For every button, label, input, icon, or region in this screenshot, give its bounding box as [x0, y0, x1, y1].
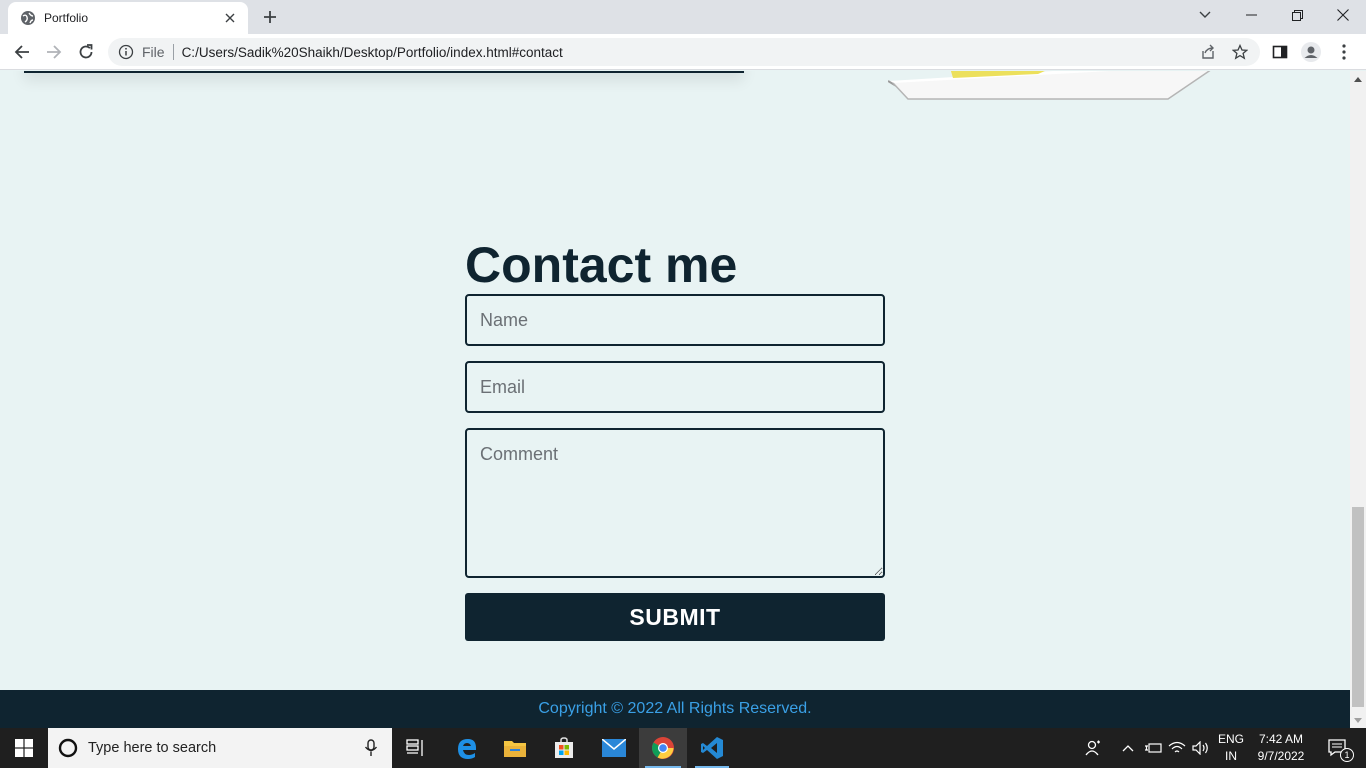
plus-icon	[264, 11, 276, 23]
close-window-button[interactable]	[1320, 0, 1366, 30]
browser-toolbar: File C:/Users/Sadik%20Shaikh/Desktop/Por…	[0, 34, 1366, 70]
info-icon[interactable]	[118, 44, 134, 60]
side-panel-icon	[1272, 45, 1288, 59]
search-placeholder: Type here to search	[88, 740, 217, 756]
mail-icon	[602, 739, 626, 757]
page-scrollbar[interactable]	[1350, 71, 1366, 728]
taskbar-store[interactable]	[541, 728, 587, 768]
task-view-icon	[406, 739, 423, 756]
copyright-text: Copyright © 2022 All Rights Reserved.	[538, 700, 812, 717]
scroll-down-button[interactable]	[1350, 712, 1366, 728]
star-icon	[1232, 44, 1248, 60]
task-view-button[interactable]	[394, 728, 438, 768]
restore-icon	[1291, 9, 1303, 21]
taskbar-vscode[interactable]	[689, 728, 735, 768]
scroll-thumb[interactable]	[1352, 507, 1364, 707]
new-tab-button[interactable]	[258, 5, 282, 29]
email-input[interactable]	[465, 361, 885, 413]
start-button[interactable]	[0, 728, 48, 768]
scroll-up-button[interactable]	[1350, 71, 1366, 87]
browser-tab-strip: Portfolio	[0, 0, 1366, 34]
arrow-left-icon	[14, 45, 29, 59]
taskbar-chrome[interactable]	[639, 728, 687, 768]
profile-button[interactable]	[1301, 42, 1321, 62]
chrome-icon	[652, 737, 674, 759]
share-icon	[1202, 44, 1214, 59]
speaker-icon	[1192, 741, 1208, 755]
chevron-up-icon	[1122, 745, 1134, 752]
contact-heading: Contact me	[465, 237, 738, 293]
clock-date: 9/7/2022	[1257, 749, 1305, 763]
vscode-icon	[701, 737, 723, 759]
address-bar[interactable]: File C:/Users/Sadik%20Shaikh/Desktop/Por…	[108, 38, 1260, 66]
side-panel-button[interactable]	[1270, 42, 1290, 62]
reload-button[interactable]	[72, 38, 100, 66]
name-input[interactable]	[465, 294, 885, 346]
action-center-button[interactable]: 1	[1318, 728, 1358, 768]
taskbar-edge[interactable]	[444, 728, 490, 768]
windows-logo-icon	[15, 739, 33, 757]
chevron-down-icon	[1199, 11, 1211, 18]
edge-icon	[458, 739, 476, 759]
wifi-icon	[1168, 741, 1186, 753]
folder-icon	[504, 741, 526, 757]
taskbar-file-explorer[interactable]	[492, 728, 538, 768]
url-text[interactable]: C:/Users/Sadik%20Shaikh/Desktop/Portfoli…	[182, 45, 563, 60]
back-button[interactable]	[8, 38, 36, 66]
share-button[interactable]	[1198, 42, 1218, 62]
forward-button[interactable]	[40, 38, 68, 66]
cortana-icon	[58, 738, 78, 758]
more-vert-icon	[1342, 44, 1346, 60]
comment-textarea[interactable]	[465, 428, 885, 578]
windows-taskbar: Type here to search ENG IN 7:42 AM 9/7/2…	[0, 728, 1366, 768]
minimize-icon	[1245, 14, 1257, 16]
clock-time: 7:42 AM	[1258, 732, 1304, 746]
battery-icon	[1145, 743, 1162, 753]
project-card-edge	[24, 71, 744, 73]
page-viewport: Contact me SUBMIT Copyright © 2022 All R…	[0, 71, 1350, 728]
desk-illustration	[888, 71, 1211, 100]
avatar-icon	[1301, 42, 1321, 62]
volume-button[interactable]	[1190, 728, 1212, 768]
restore-button[interactable]	[1274, 0, 1320, 30]
globe-icon	[21, 11, 35, 25]
submit-button[interactable]: SUBMIT	[465, 593, 885, 641]
battery-button[interactable]	[1142, 728, 1164, 768]
language-label: ENG	[1217, 732, 1244, 746]
notification-count: 1	[1340, 748, 1354, 762]
reload-icon	[79, 44, 93, 59]
taskbar-search-box[interactable]: Type here to search	[48, 728, 392, 768]
clock-button[interactable]: 7:42 AM 9/7/2022	[1252, 728, 1310, 768]
network-button[interactable]	[1166, 728, 1188, 768]
bookmark-button[interactable]	[1230, 42, 1250, 62]
taskbar-mail[interactable]	[590, 728, 638, 768]
arrow-right-icon	[47, 45, 62, 59]
microphone-icon[interactable]	[364, 739, 378, 757]
tab-search-button[interactable]	[1182, 0, 1228, 30]
tab-title: Portfolio	[44, 11, 89, 25]
triangle-down-icon	[1354, 717, 1362, 723]
scheme-label: File	[142, 44, 174, 60]
close-tab-icon[interactable]	[222, 10, 238, 26]
people-icon	[1085, 740, 1100, 756]
triangle-up-icon	[1354, 76, 1362, 82]
show-hidden-icons-button[interactable]	[1118, 728, 1138, 768]
menu-button[interactable]	[1334, 42, 1354, 62]
minimize-button[interactable]	[1228, 0, 1274, 30]
input-language-button[interactable]: ENG IN	[1214, 728, 1248, 768]
people-button[interactable]	[1080, 728, 1108, 768]
store-bag-icon	[555, 737, 573, 758]
tab-portfolio[interactable]: Portfolio	[8, 2, 248, 34]
contact-section: Contact me SUBMIT	[465, 236, 885, 641]
close-icon	[1337, 9, 1349, 21]
site-footer: Copyright © 2022 All Rights Reserved.	[0, 690, 1350, 728]
region-label: IN	[1225, 749, 1237, 763]
